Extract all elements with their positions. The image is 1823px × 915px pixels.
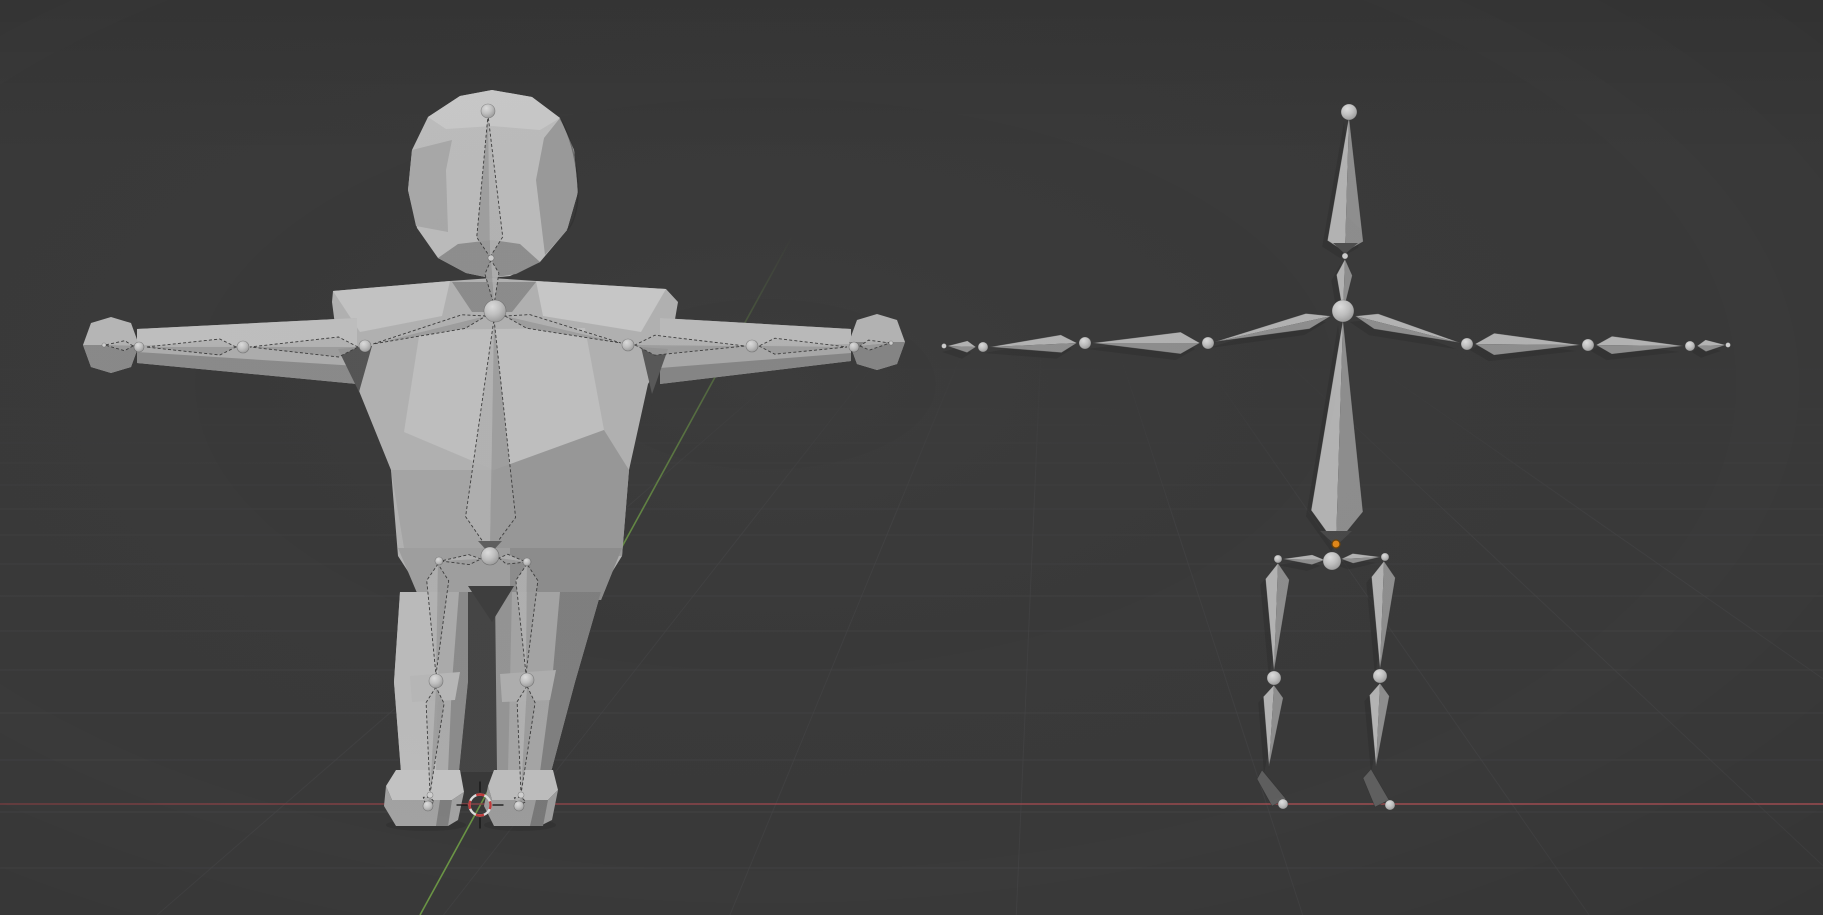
- joint-hand-tip-r[interactable]: [1726, 343, 1731, 348]
- joint-pelvis[interactable]: [1323, 552, 1341, 570]
- joint-wrist-l[interactable]: [978, 342, 988, 352]
- joint-head-top[interactable]: [1341, 104, 1357, 120]
- blender-3d-viewport[interactable]: [0, 0, 1823, 915]
- joint-shoulder-l[interactable]: [1202, 337, 1214, 349]
- joint-neck-base[interactable]: [488, 255, 494, 261]
- joint-hip-l[interactable]: [435, 557, 443, 565]
- joint-wrist-r[interactable]: [1685, 341, 1695, 351]
- joint-head-top[interactable]: [481, 104, 495, 118]
- joint-neck-base[interactable]: [1342, 253, 1348, 259]
- joint-ankle-l[interactable]: [427, 792, 433, 798]
- joint-knee-l[interactable]: [429, 674, 443, 688]
- shoe-left-top[interactable]: [386, 770, 464, 800]
- joint-knee-l[interactable]: [1267, 671, 1281, 685]
- joint-shoulder-l[interactable]: [359, 340, 371, 352]
- joint-elbow-r[interactable]: [746, 340, 758, 352]
- joint-toe-l[interactable]: [1278, 799, 1288, 809]
- object-origin-dot[interactable]: [1332, 540, 1340, 548]
- joint-hand-tip-r[interactable]: [889, 341, 893, 345]
- joint-hip-l[interactable]: [1274, 555, 1282, 563]
- viewport-canvas[interactable]: [0, 0, 1823, 915]
- joint-hip-r[interactable]: [1381, 553, 1389, 561]
- joint-toe-r[interactable]: [1385, 800, 1395, 810]
- head-left-band-facet[interactable]: [408, 140, 452, 232]
- joint-hand-tip-l[interactable]: [102, 343, 106, 347]
- joint-wrist-r[interactable]: [849, 342, 859, 352]
- joint-shoulder-r[interactable]: [1461, 338, 1473, 350]
- joint-elbow-l[interactable]: [1079, 337, 1091, 349]
- joint-ankle-r[interactable]: [518, 792, 524, 798]
- background-top-shade: [0, 0, 1823, 160]
- joint-wrist-l[interactable]: [134, 342, 144, 352]
- joint-elbow-l[interactable]: [237, 341, 249, 353]
- joint-knee-r[interactable]: [520, 673, 534, 687]
- joint-toe-l[interactable]: [423, 801, 433, 811]
- joint-chest[interactable]: [1332, 300, 1354, 322]
- joint-chest[interactable]: [484, 300, 506, 322]
- joint-hand-tip-l[interactable]: [942, 344, 947, 349]
- joint-shoulder-r[interactable]: [622, 339, 634, 351]
- joint-elbow-r[interactable]: [1582, 339, 1594, 351]
- joint-hip-r[interactable]: [523, 558, 531, 566]
- joint-knee-r[interactable]: [1373, 669, 1387, 683]
- joint-toe-r[interactable]: [514, 801, 524, 811]
- joint-pelvis[interactable]: [481, 547, 499, 565]
